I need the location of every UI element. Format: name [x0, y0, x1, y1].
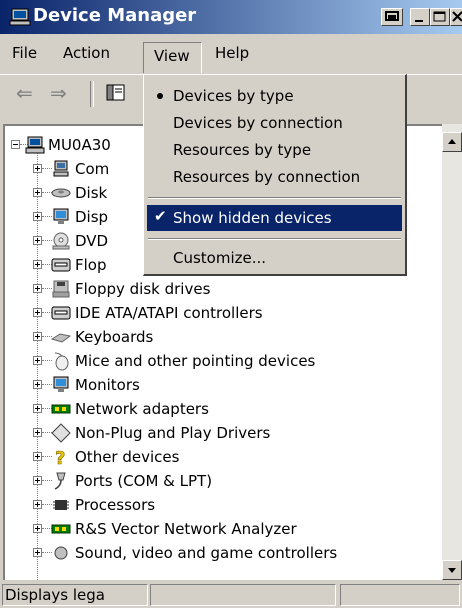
close-button[interactable] [450, 8, 462, 26]
keyboard-icon [51, 333, 71, 343]
forward-arrow-icon[interactable]: ⇒ [50, 81, 72, 105]
print-icon[interactable] [381, 8, 403, 26]
collapse-toggle[interactable] [11, 140, 20, 149]
menu-action[interactable]: Action [63, 44, 110, 62]
expand-toggle[interactable] [33, 404, 42, 413]
checkmark-icon: ✔ [154, 207, 167, 225]
expand-toggle[interactable] [33, 476, 42, 485]
expand-toggle[interactable] [33, 428, 42, 437]
vertical-scrollbar[interactable] [442, 124, 462, 580]
tree-item[interactable]: R&S Vector Network Analyzer [5, 518, 435, 542]
tree-item[interactable]: Sound, video and game controllers [5, 542, 435, 566]
dvd-drive-icon [52, 232, 70, 250]
show-hide-console-tree-icon[interactable] [106, 83, 126, 103]
menu-view-label: View [154, 47, 190, 65]
window-title: Device Manager [33, 5, 197, 26]
expand-toggle[interactable] [33, 380, 42, 389]
expand-toggle[interactable] [33, 452, 42, 461]
status-bar: Displays lega [0, 580, 462, 608]
expand-toggle[interactable] [33, 500, 42, 509]
tree-item[interactable]: Floppy disk drives [5, 278, 435, 302]
menu-item-resources-by-connection[interactable]: Resources by connection [147, 164, 402, 190]
menu-item-show-hidden-devices[interactable]: ✔ Show hidden devices [147, 205, 402, 231]
tree-item[interactable]: Mice and other pointing devices [5, 350, 435, 374]
tree-item[interactable]: IDE ATA/ATAPI controllers [5, 302, 435, 326]
expand-toggle[interactable] [33, 212, 42, 221]
menu-item-customize[interactable]: Customize... [147, 245, 402, 271]
floppy-controller-icon [51, 258, 71, 272]
expand-toggle[interactable] [33, 524, 42, 533]
scroll-down-button[interactable] [442, 560, 462, 580]
disk-drive-icon [51, 188, 71, 198]
status-panel-main: Displays lega [2, 584, 148, 606]
status-panel [340, 584, 460, 606]
menu-item-devices-by-type[interactable]: Devices by type [147, 83, 402, 109]
expand-toggle[interactable] [33, 164, 42, 173]
monitor-icon [53, 376, 69, 392]
display-adapter-icon [53, 208, 69, 224]
expand-toggle[interactable] [33, 236, 42, 245]
processor-icon [53, 500, 69, 510]
non-pnp-driver-icon [51, 423, 71, 443]
menu-help[interactable]: Help [215, 44, 249, 62]
menu-separator [148, 197, 401, 199]
menu-item-devices-by-connection[interactable]: Devices by connection [147, 110, 402, 136]
computer-icon [53, 160, 69, 177]
network-analyzer-icon [51, 524, 71, 534]
view-menu-dropdown: Devices by type Devices by connection Re… [143, 74, 407, 276]
expand-toggle[interactable] [33, 308, 42, 317]
expand-toggle[interactable] [33, 332, 42, 341]
toolbar-separator [90, 81, 94, 107]
arrow-down-icon [448, 568, 456, 573]
tree-item[interactable]: Monitors [5, 374, 435, 398]
tree-item[interactable]: Keyboards [5, 326, 435, 350]
expand-toggle[interactable] [33, 548, 42, 557]
title-bar[interactable]: Device Manager [0, 0, 462, 34]
menu-item-resources-by-type[interactable]: Resources by type [147, 137, 402, 163]
menu-view[interactable]: View [143, 42, 202, 73]
arrow-up-icon [448, 139, 456, 144]
other-devices-icon: ? [55, 448, 66, 467]
expand-toggle[interactable] [33, 188, 42, 197]
computer-icon [25, 136, 45, 154]
status-panel [150, 584, 336, 606]
tree-item[interactable]: ? Other devices [5, 446, 435, 470]
expand-toggle[interactable] [33, 356, 42, 365]
ide-controller-icon [51, 306, 71, 320]
tree-root-label: MU0A30 [48, 136, 111, 154]
device-manager-window: Device Manager File Action View Help ⇐ ⇒ [0, 0, 462, 608]
sound-icon [54, 546, 68, 560]
mouse-icon [54, 352, 69, 371]
network-adapter-icon [51, 404, 71, 414]
maximize-button[interactable] [430, 8, 450, 26]
expand-toggle[interactable] [33, 260, 42, 269]
tree-item[interactable]: Non-Plug and Play Drivers [5, 422, 435, 446]
tree-item[interactable]: Ports (COM & LPT) [5, 470, 435, 494]
port-icon [54, 472, 66, 490]
radio-bullet-icon [157, 93, 163, 99]
tree-item[interactable]: Processors [5, 494, 435, 518]
minimize-button[interactable] [410, 8, 430, 26]
svg-text:?: ? [55, 448, 65, 467]
menu-separator [148, 238, 401, 240]
status-text: Displays lega [5, 586, 105, 604]
floppy-drive-icon [52, 280, 70, 298]
expand-toggle[interactable] [33, 284, 42, 293]
menu-file[interactable]: File [12, 44, 37, 62]
scroll-up-button[interactable] [442, 132, 462, 152]
device-manager-icon [9, 8, 31, 26]
menu-bar: File Action View Help [0, 34, 462, 74]
tree-item[interactable]: Network adapters [5, 398, 435, 422]
back-arrow-icon[interactable]: ⇐ [16, 81, 38, 105]
